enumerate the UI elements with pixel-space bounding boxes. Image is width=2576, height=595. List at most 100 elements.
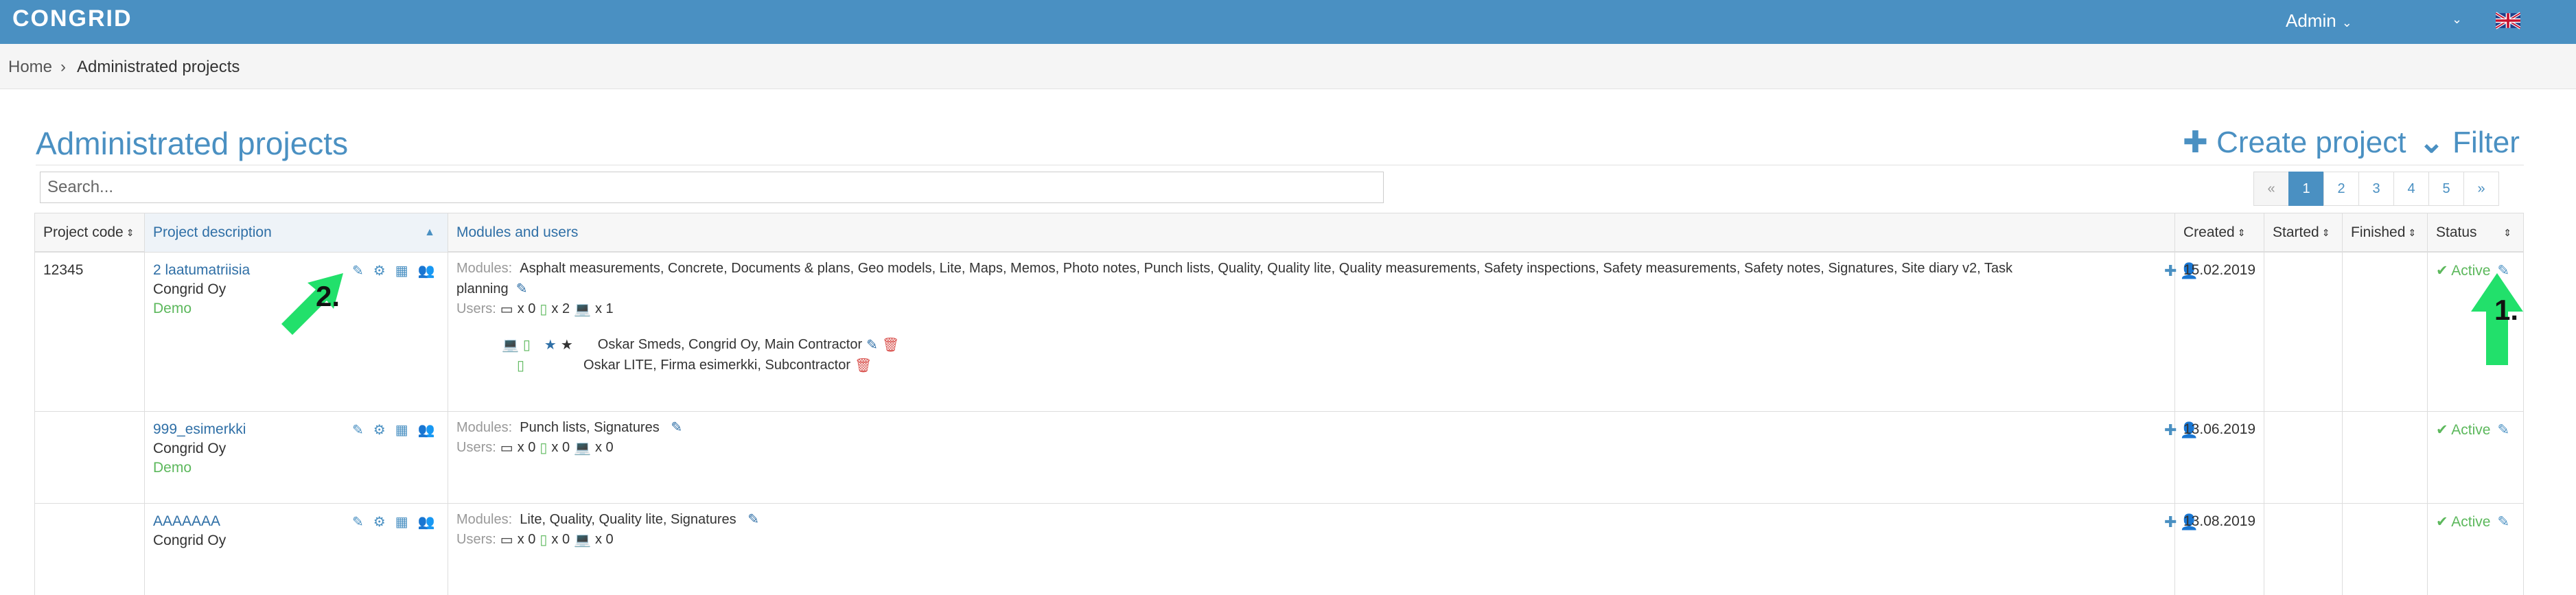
sort-icon: ⇕ bbox=[2408, 226, 2417, 238]
uk-flag-icon[interactable] bbox=[2496, 11, 2520, 30]
cell-created: 15.02.2019 bbox=[2175, 253, 2264, 411]
search-input[interactable] bbox=[40, 172, 1384, 203]
plus-icon: ✚ bbox=[2183, 126, 2208, 159]
breadcrumb-separator: › bbox=[60, 58, 66, 76]
calendar-icon[interactable]: ▦ bbox=[395, 421, 408, 439]
filter-button[interactable]: ⌄ Filter bbox=[2419, 125, 2520, 160]
annotation-label-2: 2. bbox=[316, 280, 340, 312]
pencil-icon[interactable]: ✎ bbox=[747, 512, 759, 527]
users-label: Users: bbox=[456, 301, 496, 316]
project-company: Congrid Oy bbox=[153, 281, 227, 297]
cell-modules: Modules: Asphalt measurements, Concrete,… bbox=[448, 253, 2198, 411]
breadcrumb: Home › Administrated projects bbox=[0, 44, 2576, 89]
cell-code bbox=[35, 412, 145, 503]
users-line: Users: ▭ x 0 ▯ x 0 💻 x 0 bbox=[456, 439, 614, 456]
page-prev-button[interactable]: « bbox=[2253, 172, 2289, 206]
calendar-icon[interactable]: ▦ bbox=[395, 262, 408, 279]
check-icon: ✔ bbox=[2436, 263, 2448, 279]
member-row: 💻 ▯ ★ ★ Oskar Smeds, Congrid Oy, Main Cont… bbox=[502, 336, 899, 353]
gear-icon[interactable]: ⚙ bbox=[373, 421, 386, 439]
cell-finished bbox=[2343, 253, 2428, 411]
chevron-down-icon[interactable]: ⌄ bbox=[2452, 12, 2462, 27]
trash-icon[interactable]: 🗑 bbox=[882, 336, 899, 353]
status-label: Active bbox=[2451, 514, 2491, 530]
laptop-count: x 1 bbox=[595, 301, 614, 316]
project-name-link[interactable]: 999_esimerkki bbox=[153, 421, 246, 438]
project-name-link[interactable]: AAAAAAA bbox=[153, 513, 220, 530]
pagination: « 1 2 3 4 5 » bbox=[2253, 172, 2499, 206]
header-status[interactable]: Status ⇕ bbox=[2428, 213, 2524, 252]
modules-label: Modules: bbox=[456, 512, 513, 527]
gear-icon[interactable]: ⚙ bbox=[373, 262, 386, 279]
cell-status: ✔ Active ✎ bbox=[2428, 412, 2524, 503]
laptop-icon: 💻 bbox=[574, 533, 591, 548]
desktop-count: x 0 bbox=[517, 440, 536, 455]
page-4-button[interactable]: 4 bbox=[2393, 172, 2429, 206]
mobile-icon: ▯ bbox=[539, 302, 548, 317]
header-project-description[interactable]: Project description ▲ bbox=[145, 213, 448, 252]
congrid-logo[interactable]: CONGRID bbox=[12, 5, 132, 32]
sort-icon: ⇕ bbox=[2321, 226, 2330, 238]
calendar-icon[interactable]: ▦ bbox=[395, 513, 408, 530]
header-finished[interactable]: Finished ⇕ bbox=[2343, 213, 2428, 252]
header-label: Finished bbox=[2351, 224, 2406, 240]
member-name: Oskar Smeds, Congrid Oy, Main Contractor bbox=[597, 337, 863, 352]
users-icon[interactable]: 👥 bbox=[418, 513, 435, 530]
laptop-count: x 0 bbox=[595, 532, 614, 547]
pencil-icon[interactable]: ✎ bbox=[2497, 514, 2509, 530]
desktop-count: x 0 bbox=[517, 301, 536, 316]
laptop-icon: 💻 bbox=[574, 441, 591, 456]
header-project-code[interactable]: Project code ⇕ bbox=[35, 213, 145, 252]
top-navbar: CONGRID Admin ⌄ ⌄ bbox=[0, 0, 2576, 44]
breadcrumb-home[interactable]: Home bbox=[8, 58, 52, 77]
chevron-down-icon: ⌄ bbox=[2419, 126, 2444, 159]
header-label: Project code bbox=[43, 224, 124, 240]
modules-line: Modules: Lite, Quality, Quality lite, Si… bbox=[456, 509, 759, 530]
cell-started bbox=[2264, 253, 2343, 411]
table-row: 999_esimerkki Congrid Oy Demo ✎ ⚙ ▦ 👥 Modul… bbox=[35, 412, 2523, 504]
create-project-button[interactable]: ✚ Create project bbox=[2183, 125, 2406, 160]
pencil-icon[interactable]: ✎ bbox=[671, 420, 682, 435]
pencil-icon[interactable]: ✎ bbox=[866, 336, 878, 353]
project-name-link[interactable]: 2 laatumatriisia bbox=[153, 262, 250, 279]
header-created[interactable]: Created ⇕ bbox=[2175, 213, 2264, 252]
pencil-icon[interactable]: ✎ bbox=[2497, 422, 2509, 438]
gear-icon[interactable]: ⚙ bbox=[373, 513, 386, 530]
project-tag: Demo bbox=[153, 301, 192, 316]
page-5-button[interactable]: 5 bbox=[2428, 172, 2464, 206]
pencil-icon[interactable]: ✎ bbox=[352, 421, 364, 439]
page-next-button[interactable]: » bbox=[2463, 172, 2499, 206]
row-actions: ✎ ⚙ ▦ 👥 bbox=[352, 421, 435, 439]
modules-line: Modules: Punch lists, Signatures ✎ bbox=[456, 417, 682, 438]
cell-modules: Modules: Punch lists, Signatures ✎ Users… bbox=[448, 412, 2198, 503]
page-3-button[interactable]: 3 bbox=[2358, 172, 2394, 206]
created-date: 15.02.2019 bbox=[2183, 262, 2256, 278]
member-name: Oskar LITE, Firma esimerkki, Subcontract… bbox=[583, 358, 850, 373]
mobile-icon: ▯ bbox=[539, 441, 548, 456]
cell-created: 13.06.2019 bbox=[2175, 412, 2264, 503]
page-2-button[interactable]: 2 bbox=[2323, 172, 2359, 206]
breadcrumb-current: Administrated projects bbox=[77, 58, 240, 76]
header-started[interactable]: Started ⇕ bbox=[2264, 213, 2343, 252]
cell-description: AAAAAAA Congrid Oy ✎ ⚙ ▦ 👥 bbox=[145, 504, 448, 595]
sort-icon: ⇕ bbox=[2237, 226, 2246, 238]
laptop-icon: 💻 bbox=[574, 302, 591, 317]
check-icon: ✔ bbox=[2436, 422, 2448, 438]
modules-list: Punch lists, Signatures bbox=[520, 420, 660, 435]
admin-menu[interactable]: Admin ⌄ bbox=[2286, 10, 2352, 32]
admin-label: Admin bbox=[2286, 10, 2336, 31]
created-date: 13.06.2019 bbox=[2183, 421, 2256, 437]
trash-icon[interactable]: 🗑 bbox=[855, 357, 872, 374]
users-icon[interactable]: 👥 bbox=[418, 262, 435, 279]
mobile-count: x 2 bbox=[551, 301, 570, 316]
pencil-icon[interactable]: ✎ bbox=[352, 513, 364, 530]
status-label: Active bbox=[2451, 422, 2491, 438]
mobile-icon: ▯ bbox=[517, 358, 525, 373]
table-header: Project code ⇕ Project description ▲ Modul… bbox=[35, 213, 2523, 253]
annotation-label-1: 1. bbox=[2494, 294, 2519, 326]
users-icon[interactable]: 👥 bbox=[418, 421, 435, 439]
pencil-icon[interactable]: ✎ bbox=[516, 281, 528, 296]
modules-list-cont: planning bbox=[456, 281, 509, 296]
page-1-button[interactable]: 1 bbox=[2288, 172, 2324, 206]
status-badge: ✔ Active ✎ bbox=[2436, 513, 2509, 530]
